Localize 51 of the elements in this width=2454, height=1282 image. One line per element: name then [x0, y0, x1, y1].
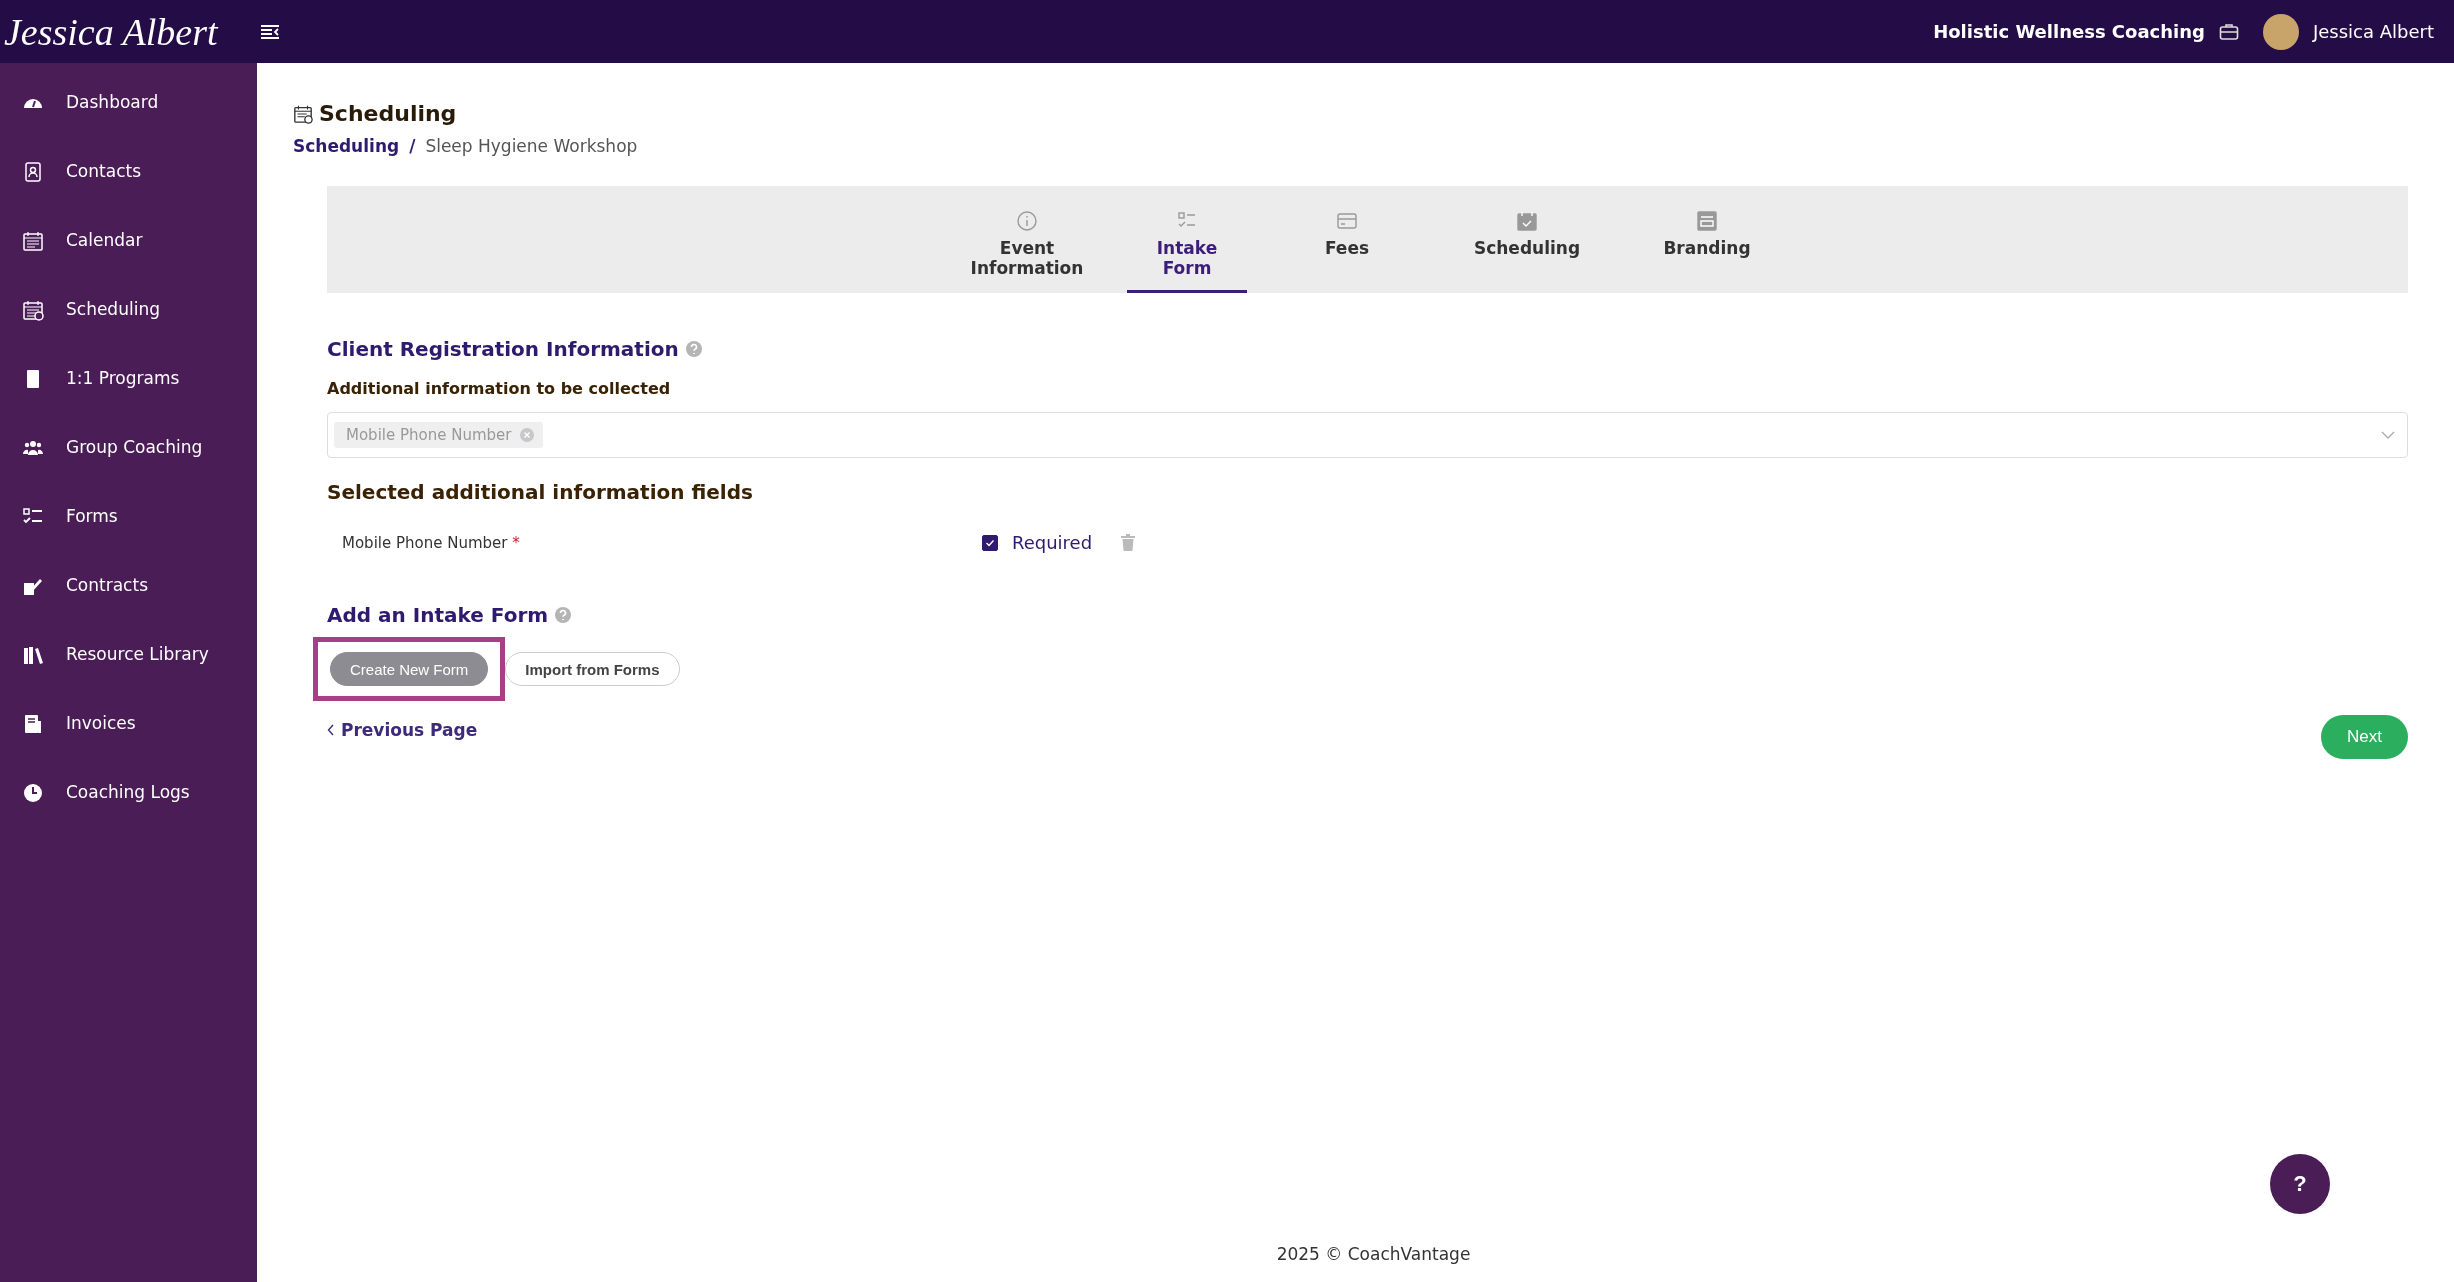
calendar-check-icon: [1516, 210, 1538, 232]
books-icon: [22, 644, 44, 666]
breadcrumb-item[interactable]: Scheduling: [293, 136, 400, 156]
field-name: Mobile Phone Number *: [342, 533, 521, 552]
invoice-icon: [22, 713, 44, 735]
field-label: Additional information to be collected: [327, 379, 672, 398]
step-tab[interactable]: Fees: [1257, 186, 1437, 293]
sidebar-item[interactable]: Contacts: [0, 161, 257, 230]
section-heading: Add an Intake Form: [327, 603, 549, 627]
sidebar-item[interactable]: Coaching Logs: [0, 782, 257, 851]
layout-icon: [1696, 210, 1718, 232]
calendar-clock-icon: [22, 299, 44, 321]
contacts-book-icon: [22, 161, 44, 183]
briefcase-icon[interactable]: [2218, 22, 2239, 41]
calendar-clock-icon: [293, 103, 313, 124]
calendar-icon: [22, 230, 44, 252]
step-tab[interactable]: Intake Form: [1127, 186, 1247, 293]
section-heading: Client Registration Information: [327, 337, 679, 361]
sidebar-item[interactable]: Forms: [0, 506, 257, 575]
chevron-down-icon: [2381, 431, 2395, 439]
sidebar-item[interactable]: 1:1 Programs: [0, 368, 257, 437]
business-name[interactable]: Holistic Wellness Coaching: [1933, 21, 2205, 42]
sidebar-item[interactable]: Resource Library: [0, 644, 257, 713]
section-heading: Selected additional information fields: [327, 480, 754, 504]
footer-text: 2025 © CoachVantage: [1275, 1243, 1472, 1266]
logo: Jessica Albert: [3, 9, 220, 55]
chevron-left-icon: [327, 724, 335, 736]
sidebar-item[interactable]: Dashboard: [0, 92, 257, 161]
avatar[interactable]: [2262, 13, 2299, 50]
selected-tag: Mobile Phone Number: [334, 422, 544, 448]
previous-page-link[interactable]: Previous Page: [327, 720, 478, 740]
user-name[interactable]: Jessica Albert: [2312, 21, 2434, 42]
sidebar-item[interactable]: Calendar: [0, 230, 257, 299]
step-tab[interactable]: Event Information: [937, 186, 1117, 293]
sidebar-item[interactable]: Group Coaching: [0, 437, 257, 506]
sidebar-item[interactable]: Scheduling: [0, 299, 257, 368]
info-icon: [1016, 210, 1038, 232]
required-checkbox[interactable]: [982, 534, 998, 551]
breadcrumb-separator: /: [409, 136, 416, 156]
page-title: Scheduling: [319, 101, 457, 126]
step-tab[interactable]: Scheduling: [1437, 186, 1617, 293]
checkbox-label: Required: [1012, 532, 1093, 553]
sidebar-item[interactable]: Invoices: [0, 713, 257, 782]
menu-icon[interactable]: [259, 23, 280, 40]
step-tab[interactable]: Branding: [1617, 186, 1797, 293]
breadcrumb-item: Sleep Hygiene Workshop: [425, 136, 638, 156]
clock-icon: [22, 782, 44, 804]
help-button[interactable]: ?: [2270, 1154, 2330, 1214]
form-button[interactable]: Import from Forms: [505, 652, 680, 686]
sidebar-item[interactable]: Contracts: [0, 575, 257, 644]
card-icon: [1336, 210, 1358, 232]
